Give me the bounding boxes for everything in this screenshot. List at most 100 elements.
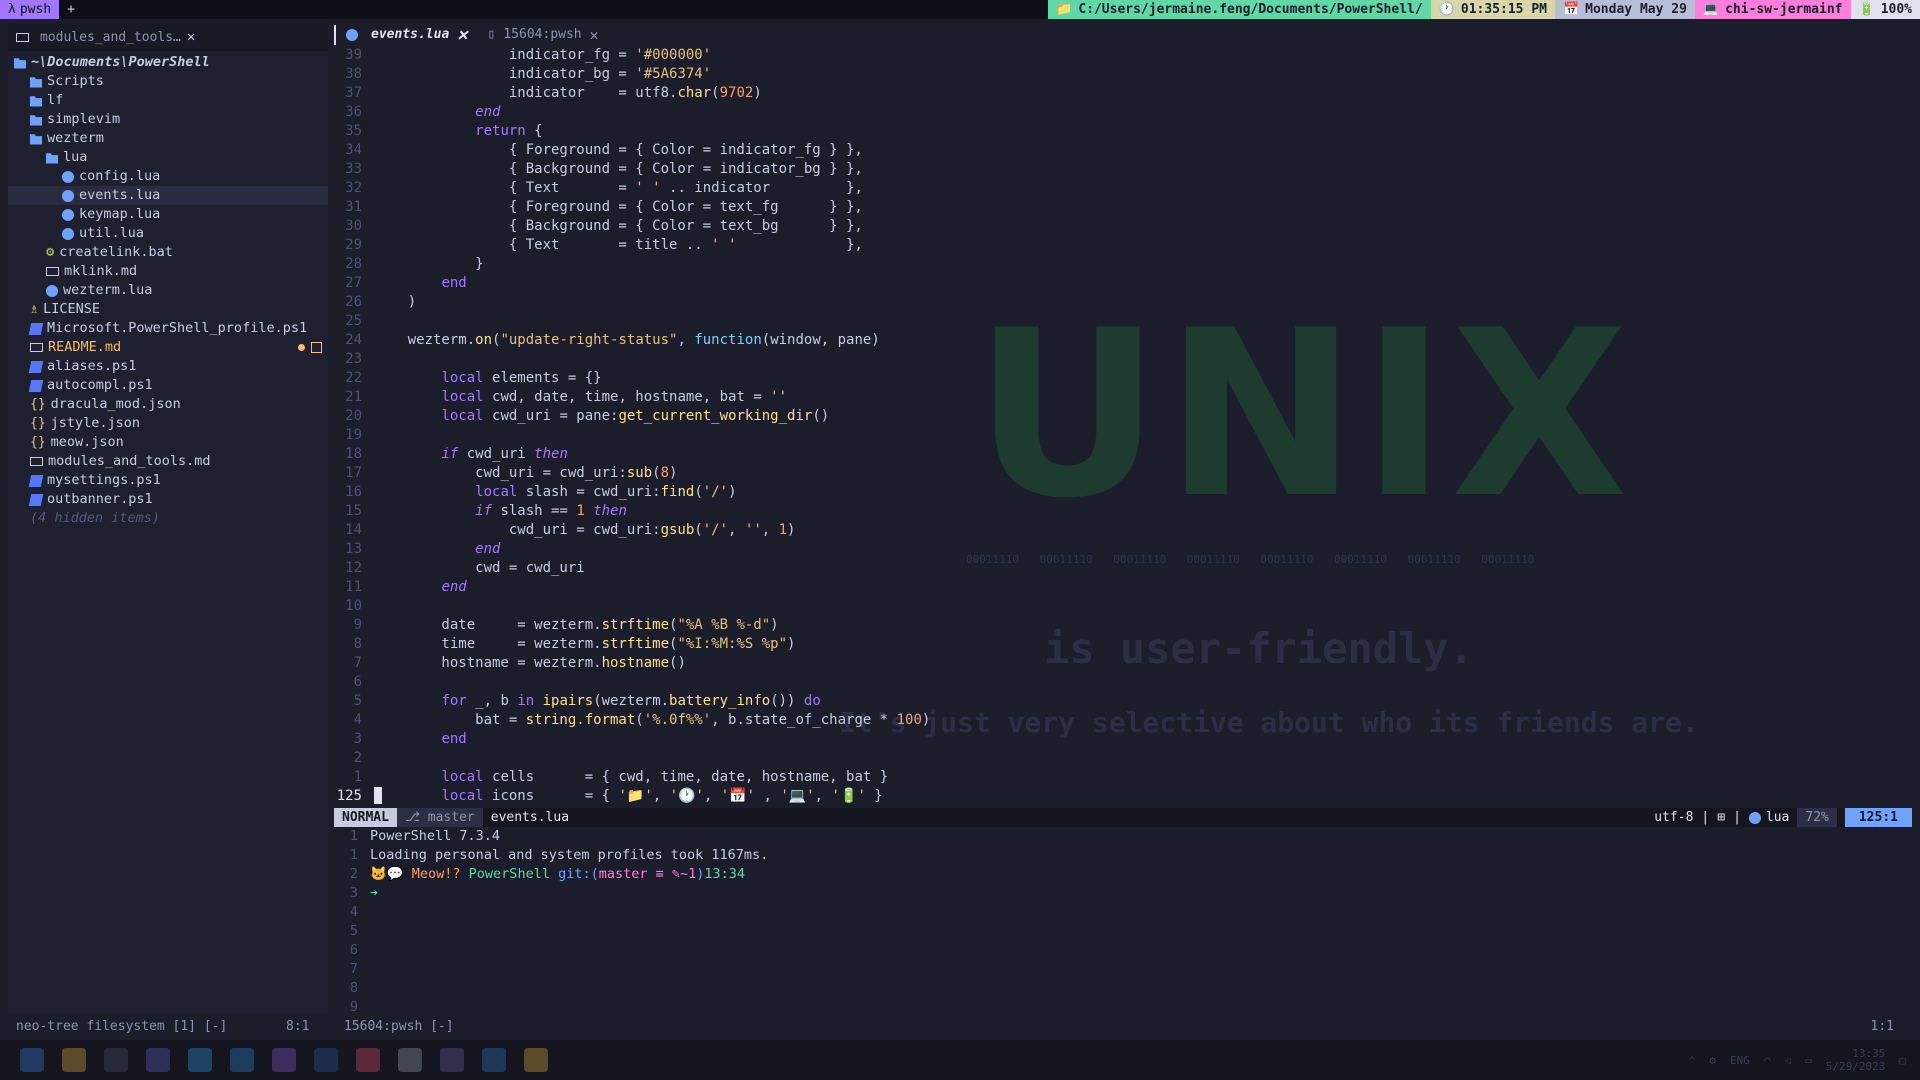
line-number: 10	[345, 598, 362, 614]
music-icon[interactable]	[356, 1048, 380, 1072]
terminal-lines: 1 PowerShell 7.3.4 1 Loading personal and s…	[334, 827, 1912, 1017]
close-icon[interactable]: ✕	[590, 26, 599, 44]
line-number: 16	[345, 484, 362, 500]
code-line: 22 local elements = {}	[334, 369, 1912, 388]
tree-item[interactable]: wezterm	[8, 129, 328, 148]
json-icon: {}	[30, 397, 46, 412]
start-icon[interactable]	[20, 1048, 44, 1072]
wifi-icon[interactable]: ◠	[1764, 1054, 1771, 1067]
code-line: 19	[334, 426, 1912, 445]
tree-item[interactable]: outbanner.ps1	[8, 490, 328, 509]
tree-item[interactable]: {} dracula_mod.json	[8, 395, 328, 414]
tab-modules-and-tools[interactable]: modules_and_tools… ✕	[8, 23, 203, 51]
notification-icon[interactable]: ▢	[1899, 1054, 1906, 1067]
explorer-icon[interactable]	[62, 1048, 86, 1072]
tree-item[interactable]: events.lua	[8, 186, 328, 205]
tree-item[interactable]: autocompl.ps1	[8, 376, 328, 395]
mode-indicator: NORMAL	[334, 808, 397, 827]
tree-item[interactable]: keymap.lua	[8, 205, 328, 224]
lua-icon	[62, 189, 74, 202]
line-number: 26	[345, 294, 362, 310]
tree-item[interactable]: README.md	[8, 338, 328, 357]
language-indicator[interactable]: ENG	[1730, 1054, 1750, 1067]
license-icon: ♗	[30, 301, 39, 317]
tree-item-label: events.lua	[79, 187, 161, 203]
tree-item[interactable]: Microsoft.PowerShell_profile.ps1	[8, 319, 328, 338]
tree-item[interactable]: util.lua	[8, 224, 328, 243]
terminal-icon[interactable]	[104, 1048, 128, 1072]
notes-icon[interactable]	[524, 1048, 548, 1072]
code-line: 2	[334, 749, 1912, 768]
terminal-line-number: 4	[349, 904, 358, 920]
code-line: 4 bat = string.format('%.0f%%', b.state_…	[334, 711, 1912, 730]
clock-icon: 🕐	[1438, 2, 1455, 17]
obs-icon[interactable]	[440, 1048, 464, 1072]
tree-item[interactable]: lua	[8, 148, 328, 167]
code-text: date = wezterm.strftime("%A %B %-d")	[374, 617, 779, 633]
code-text: indicator = utf8.char(9702)	[374, 85, 762, 101]
tree-item[interactable]: ♗ LICENSE	[8, 300, 328, 319]
code-line: 27 end	[334, 274, 1912, 293]
tree-item[interactable]: modules_and_tools.md	[8, 452, 328, 471]
current-file: events.lua	[490, 810, 570, 825]
folder-icon	[30, 115, 42, 126]
new-tab-button[interactable]: +	[59, 0, 83, 19]
visual-studio-icon[interactable]	[272, 1048, 296, 1072]
terminal-line: 1 PowerShell 7.3.4	[334, 827, 1912, 846]
code-text: hostname = wezterm.hostname()	[374, 655, 686, 671]
tree-item[interactable]: wezterm.lua	[8, 281, 328, 300]
tree-item[interactable]: lf	[8, 91, 328, 110]
terminal-tab[interactable]: λ pwsh	[0, 0, 60, 19]
tree-item[interactable]: config.lua	[8, 167, 328, 186]
teams-icon[interactable]	[146, 1048, 170, 1072]
tree-item[interactable]: mklink.md	[8, 262, 328, 281]
battery-tray-icon[interactable]: ▭	[1805, 1054, 1812, 1067]
tab-terminal[interactable]: ▯ 15604:pwsh ✕	[478, 26, 609, 44]
tree-root[interactable]: ~\Documents\PowerShell	[8, 53, 328, 72]
tree-item[interactable]: Scripts	[8, 72, 328, 91]
tree-item[interactable]: mysettings.ps1	[8, 471, 328, 490]
volume-icon[interactable]: ◁	[1785, 1054, 1792, 1067]
terminal-line: 5	[334, 922, 1912, 941]
neo-tree-position: 8:1	[286, 1019, 310, 1034]
tree-item[interactable]: {} meow.json	[8, 433, 328, 452]
line-number: 6	[353, 674, 362, 690]
code-text: }	[374, 256, 484, 272]
gear-icon: ⚙	[46, 244, 55, 260]
close-icon[interactable]: ✕	[457, 25, 467, 45]
tree-item-label: simplevim	[47, 111, 121, 127]
tree-item[interactable]: simplevim	[8, 110, 328, 129]
modified-indicator	[298, 342, 322, 353]
vscode-icon[interactable]	[230, 1048, 254, 1072]
code-line: 36 end	[334, 103, 1912, 122]
line-number: 20	[345, 408, 362, 424]
tree-item[interactable]: aliases.ps1	[8, 357, 328, 376]
code-line: 9 date = wezterm.strftime("%A %B %-d")	[334, 616, 1912, 635]
remote-desktop-icon[interactable]	[482, 1048, 506, 1072]
tray-clock[interactable]: 13:35 5/29/2023	[1826, 1047, 1886, 1073]
tree-item[interactable]: ⚙ createlink.bat	[8, 243, 328, 262]
battery-text: 100%	[1880, 2, 1912, 17]
line-number: 7	[353, 655, 362, 671]
edge-icon[interactable]	[188, 1048, 212, 1072]
code-editor[interactable]: UNIX 00011110 00011110 00011110 00011110…	[334, 46, 1912, 808]
chevron-up-icon[interactable]: ⌃	[1689, 1054, 1696, 1067]
chrome-icon[interactable]	[398, 1048, 422, 1072]
line-number: 31	[345, 199, 362, 215]
line-number: 25	[345, 313, 362, 329]
close-icon[interactable]: ✕	[187, 29, 195, 45]
tree-item[interactable]: {} jstyle.json	[8, 414, 328, 433]
line-number: 36	[345, 104, 362, 120]
powershell-icon[interactable]	[314, 1048, 338, 1072]
terminal-pane[interactable]: 1 PowerShell 7.3.4 1 Loading personal and s…	[334, 827, 1912, 1015]
code-line: 7 hostname = wezterm.hostname()	[334, 654, 1912, 673]
tab-icon: λ	[8, 2, 16, 17]
system-tray: ⌃ ⚙ ENG ◠ ◁ ▭ 13:35 5/29/2023 ▢	[1689, 1047, 1920, 1073]
code-text: indicator_fg = '#000000'	[374, 47, 712, 63]
powershell-file-icon	[28, 322, 44, 335]
date-text: Monday May 29	[1585, 2, 1687, 17]
settings-icon[interactable]: ⚙	[1709, 1054, 1716, 1067]
folder-icon	[30, 96, 42, 107]
line-number: 9	[353, 617, 362, 633]
tab-events-lua[interactable]: events.lua ✕	[334, 24, 478, 45]
